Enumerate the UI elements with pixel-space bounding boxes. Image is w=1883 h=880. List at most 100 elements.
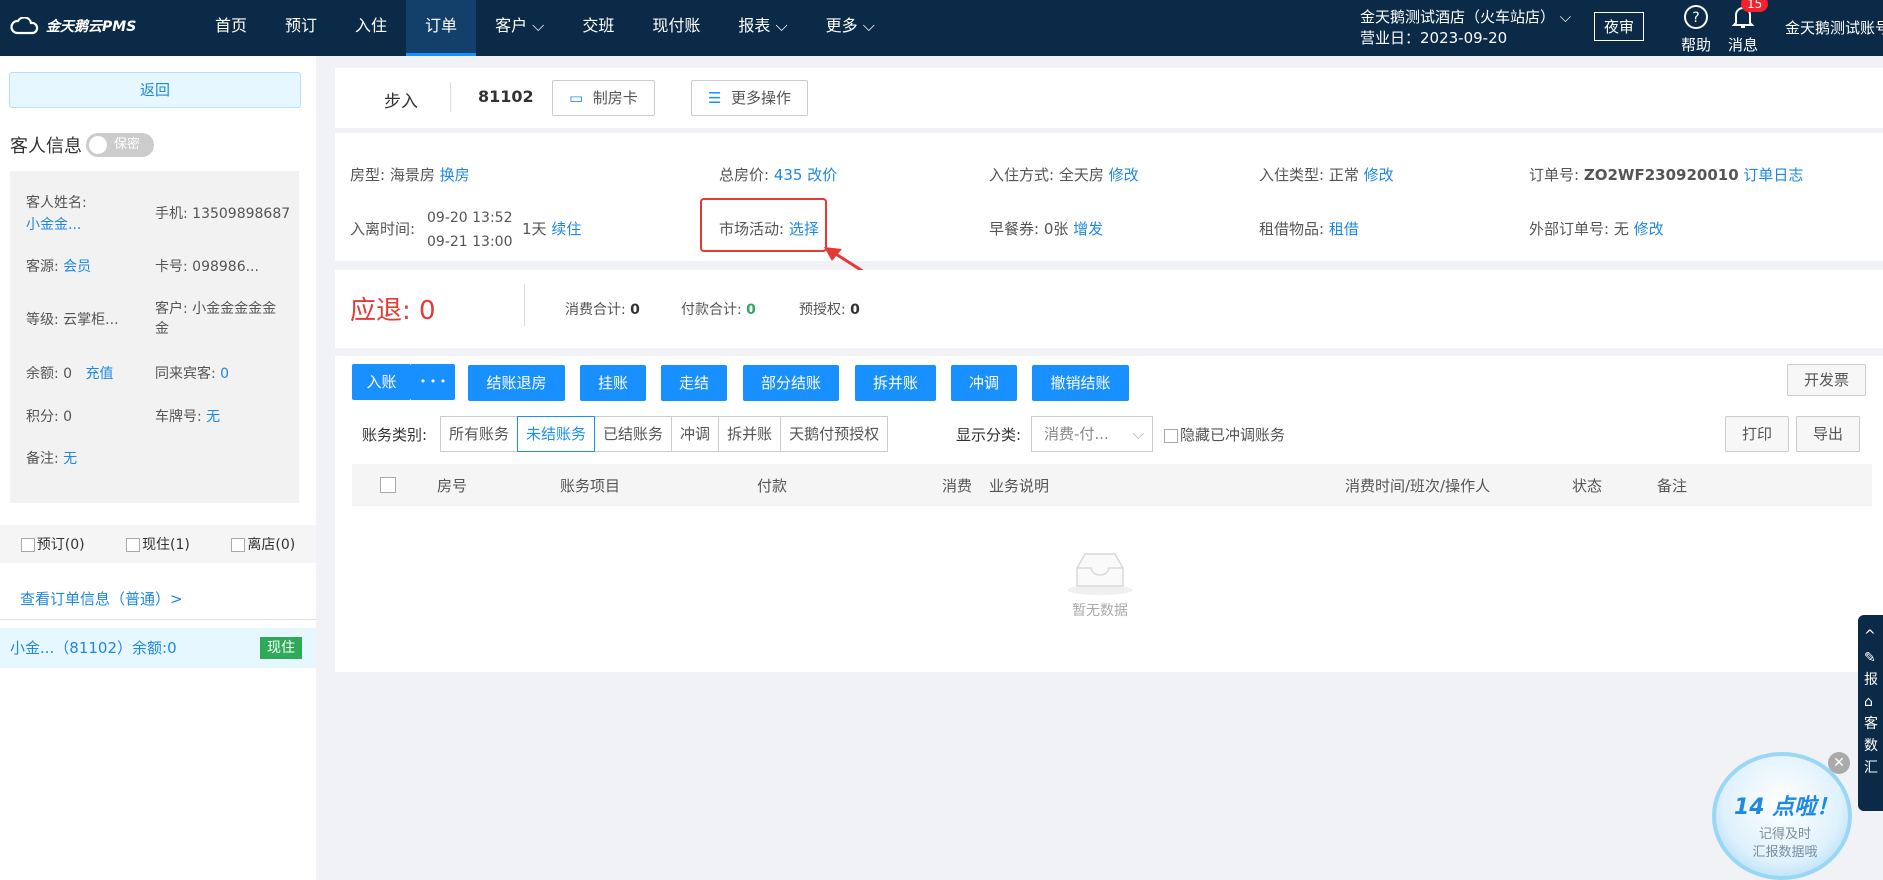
nav-more[interactable]: 更多 ⌵: [807, 0, 894, 56]
recharge-link[interactable]: 充值: [85, 366, 113, 382]
make-room-card-button[interactable]: ▭ 制房卡: [552, 80, 655, 116]
tab-unsettled-accounts[interactable]: 未结账务: [517, 416, 596, 452]
more-operations-button[interactable]: ☰ 更多操作: [691, 80, 809, 116]
change-price-link[interactable]: 改价: [807, 166, 837, 184]
help-button[interactable]: ? 帮助: [1681, 4, 1711, 55]
column-header: 付款: [757, 477, 788, 495]
nav-reports[interactable]: 报表 ⌵: [719, 0, 806, 56]
field-label: 消费合计:: [565, 302, 626, 318]
filter-departed[interactable]: 离店(0): [231, 534, 295, 554]
hang-account-button[interactable]: 挂账: [580, 365, 646, 401]
source-label: 客源:: [26, 259, 59, 275]
promo-line: 记得及时: [1758, 827, 1811, 842]
nav-reservation[interactable]: 预订: [266, 0, 336, 56]
arrive-time: 09-20 13:52: [427, 210, 513, 226]
guest-name-link[interactable]: 小金金...: [26, 215, 81, 235]
order-details-panel: 房型: 海景房 换房 总房价: 435 改价 入住方式: 全天房 修改 入住类型…: [335, 133, 1883, 279]
nav-cash-account[interactable]: 现付账: [633, 0, 719, 56]
reverse-button[interactable]: 冲调: [951, 365, 1017, 401]
left-sidebar: 返回 客人信息 保密 客人姓名: 小金金... 手机: 13509898687 …: [0, 56, 316, 880]
print-button[interactable]: 打印: [1725, 416, 1790, 452]
night-audit-button[interactable]: 夜审: [1594, 12, 1645, 41]
order-number-field: 订单号: ZO2WF230920010 订单日志: [1529, 164, 1803, 185]
export-button[interactable]: 导出: [1796, 416, 1861, 452]
chevron-down-icon: ⌵: [775, 16, 788, 35]
companions-label: 同来宾客:: [155, 366, 216, 382]
nav-customers[interactable]: 客户 ⌵: [476, 0, 563, 56]
remark-link[interactable]: 无: [63, 451, 77, 467]
hide-reversed-checkbox[interactable]: 隐藏已冲调账务: [1164, 424, 1285, 445]
display-category-label: 显示分类:: [956, 426, 1022, 444]
nav-checkin[interactable]: 入住: [336, 0, 406, 56]
tab-settled-accounts[interactable]: 已结账务: [594, 416, 673, 452]
checkbox[interactable]: [20, 538, 35, 552]
refund-amount: 应退: 0: [350, 290, 436, 327]
rental-field: 租借物品: 租借: [1259, 218, 1359, 239]
plate-row: 车牌号: 无: [155, 407, 220, 427]
tab-all-accounts[interactable]: 所有账务: [440, 416, 519, 452]
refund-value: 0: [419, 296, 436, 326]
checkout-button[interactable]: 结账退房: [468, 365, 565, 401]
report-icon: ✎: [1864, 650, 1876, 666]
source-link[interactable]: 会员: [63, 259, 91, 275]
checkbox[interactable]: [231, 538, 246, 552]
nav-home[interactable]: 首页: [196, 0, 266, 56]
order-log-link[interactable]: 订单日志: [1743, 166, 1803, 184]
highlight-box: [700, 198, 827, 252]
field-label: 付款合计:: [681, 302, 742, 318]
logo[interactable]: 金天鹅云PMS: [10, 16, 136, 36]
side-quick-panel[interactable]: ^ ✎ 报 ⌂ 客 数 汇: [1858, 615, 1883, 811]
select-all-checkbox[interactable]: [380, 477, 396, 493]
back-button[interactable]: 返回: [9, 72, 301, 108]
breakfast-field: 早餐券: 0张 增发: [989, 218, 1103, 239]
tab-split-merge[interactable]: 拆并账: [718, 416, 782, 452]
nav-shift[interactable]: 交班: [563, 0, 633, 56]
partial-checkout-button[interactable]: 部分结账: [743, 365, 839, 401]
tab-preauth[interactable]: 天鹅付预授权: [780, 416, 889, 452]
post-more-button[interactable]: • • •: [411, 364, 455, 400]
extend-stay-link[interactable]: 续住: [551, 220, 581, 238]
split-merge-button[interactable]: 拆并账: [855, 365, 936, 401]
modify-external-order-link[interactable]: 修改: [1634, 220, 1664, 238]
refund-label: 应退:: [350, 296, 411, 326]
chevron-down-icon: ⌵: [862, 16, 875, 35]
order-list-item[interactable]: 小金...（81102）余额:0 现住: [0, 628, 316, 668]
add-breakfast-link[interactable]: 增发: [1073, 220, 1103, 238]
close-icon[interactable]: ✕: [1828, 752, 1850, 774]
logo-text: 金天鹅云PMS: [46, 19, 137, 35]
change-room-link[interactable]: 换房: [440, 166, 470, 184]
view-order-info-link[interactable]: 查看订单信息（普通）>: [20, 588, 183, 609]
up-icon: ^: [1864, 628, 1876, 644]
filter-current[interactable]: 现住(1): [126, 534, 190, 554]
plate-link[interactable]: 无: [206, 409, 220, 425]
account-name[interactable]: 金天鹅测试账号: [1785, 17, 1883, 38]
companions-link[interactable]: 0: [220, 366, 229, 382]
hotel-selector[interactable]: 金天鹅测试酒店（火车站店） ⌵ 营业日：2023-09-20: [1360, 7, 1571, 49]
tab-reversal[interactable]: 冲调: [671, 416, 720, 452]
filter-label: 离店(0): [247, 537, 296, 553]
modify-checkin-type-link[interactable]: 修改: [1364, 166, 1394, 184]
modify-checkin-mode-link[interactable]: 修改: [1109, 166, 1139, 184]
room-status: 步入: [384, 92, 418, 112]
post-charge-button[interactable]: 入账: [352, 364, 411, 400]
privacy-toggle[interactable]: 保密: [86, 133, 154, 157]
total-price[interactable]: 435: [774, 166, 803, 184]
nav-label: 首页: [215, 16, 248, 35]
account-category-label: 账务类别:: [362, 426, 428, 444]
walk-checkout-button[interactable]: 走结: [661, 365, 727, 401]
status-badge: 现住: [260, 637, 302, 659]
field-label: 早餐券:: [989, 220, 1040, 238]
select-value: 消费-付...: [1044, 425, 1109, 443]
invoice-button[interactable]: 开发票: [1787, 364, 1867, 396]
rental-link[interactable]: 租借: [1329, 220, 1359, 238]
checkbox-label: 隐藏已冲调账务: [1180, 426, 1286, 444]
filter-reserved[interactable]: 预订(0): [20, 534, 85, 554]
field-label: 房型:: [350, 166, 386, 184]
display-category-select[interactable]: 消费-付... ⌵: [1031, 416, 1153, 452]
checkbox[interactable]: [1164, 428, 1178, 443]
checkbox[interactable]: [126, 538, 141, 552]
messages-button[interactable]: 15 消息: [1728, 0, 1769, 55]
cancel-checkout-button[interactable]: 撤销结账: [1032, 365, 1129, 401]
nav-orders[interactable]: 订单: [406, 0, 477, 56]
promo-line: 汇报数据哦: [1752, 845, 1818, 860]
